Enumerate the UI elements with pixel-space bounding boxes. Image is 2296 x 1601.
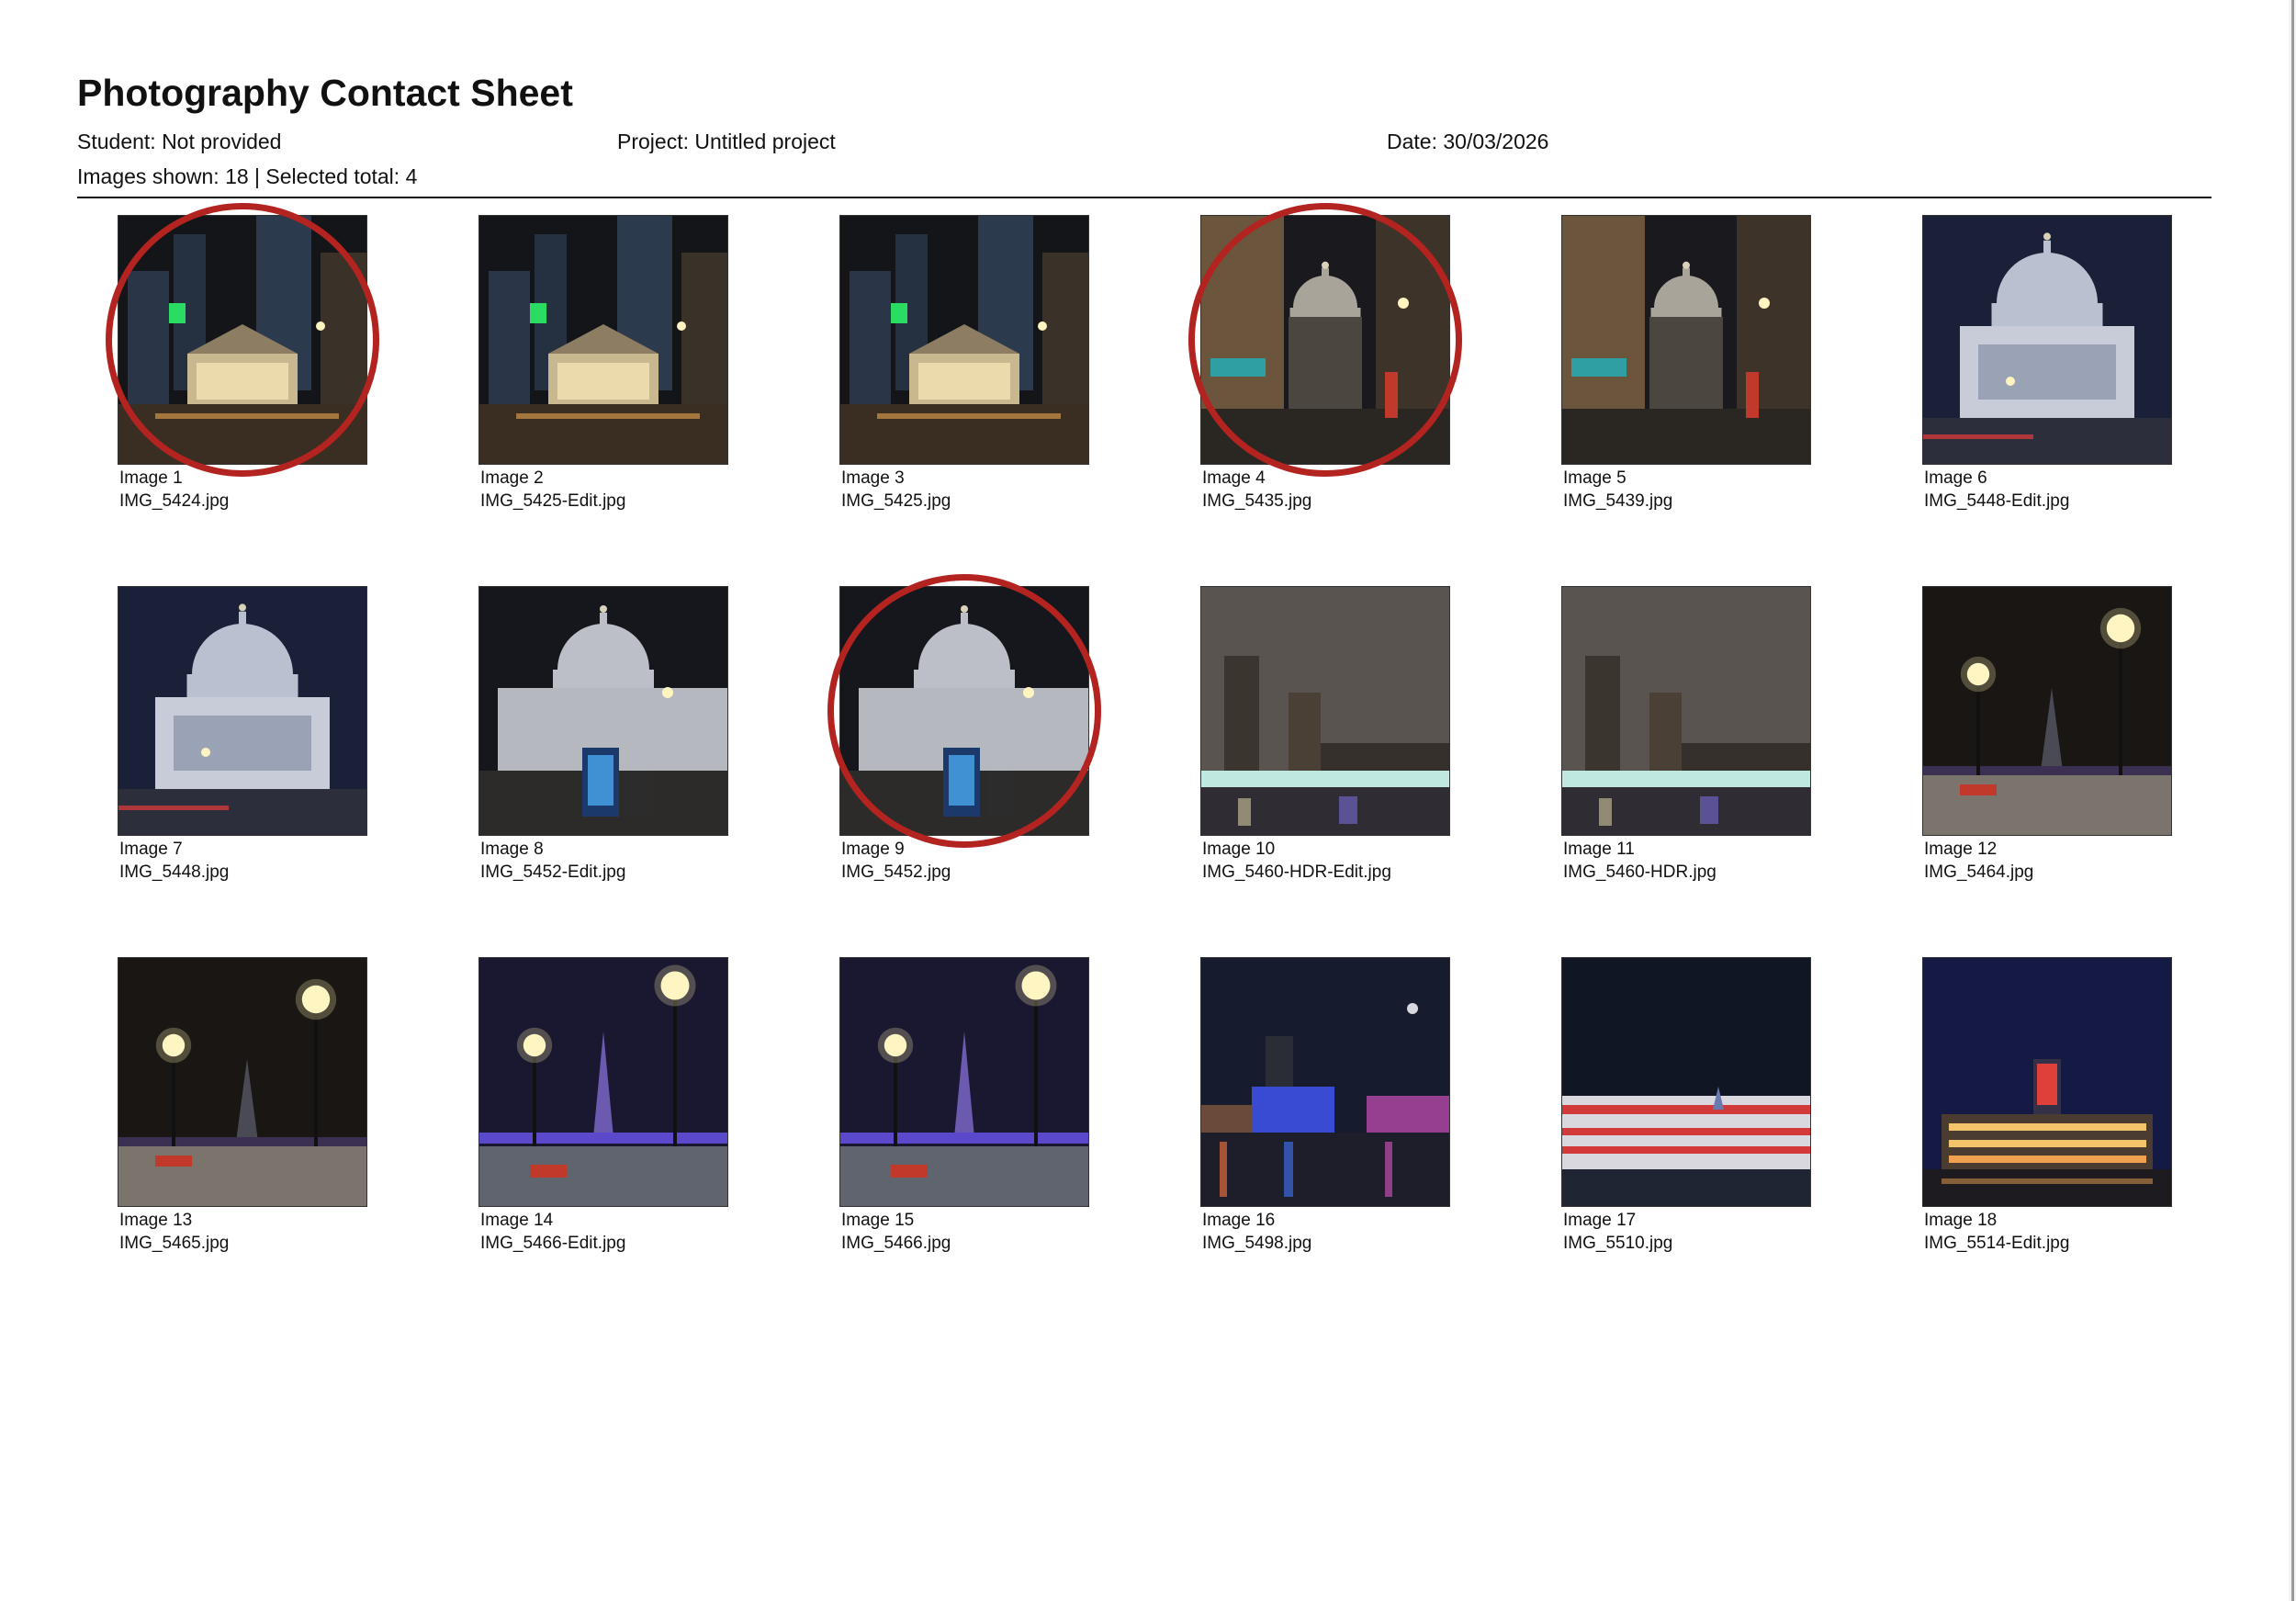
photo-thumbnail[interactable] — [1561, 215, 1811, 465]
scrollbar[interactable] — [2289, 0, 2296, 1601]
image-filename: IMG_5510.jpg — [1563, 1234, 1673, 1253]
image-label: Image 5 — [1563, 468, 1626, 488]
photo-thumbnail[interactable] — [1200, 586, 1450, 836]
image-label: Image 4 — [1202, 468, 1266, 488]
photo-thumbnail[interactable] — [839, 215, 1089, 465]
image-filename: IMG_5465.jpg — [119, 1234, 230, 1253]
image-label: Image 3 — [841, 468, 905, 488]
photo-thumbnail[interactable] — [1561, 586, 1811, 836]
contact-cell[interactable]: Image 10 IMG_5460-HDR-Edit.jpg — [1200, 586, 1450, 898]
contact-cell[interactable]: Image 1 IMG_5424.jpg — [106, 203, 379, 527]
image-label: Image 8 — [480, 840, 544, 859]
image-filename: IMG_5448-Edit.jpg — [1924, 491, 2070, 511]
photo-thumbnail[interactable] — [478, 586, 728, 836]
contact-sheet-header: Photography Contact Sheet Student: Not p… — [77, 66, 2212, 198]
photo-thumbnail[interactable] — [118, 957, 367, 1207]
image-label: Image 12 — [1924, 840, 1998, 859]
photo-thumbnail[interactable] — [1922, 586, 2172, 836]
contact-cell[interactable]: Image 11 IMG_5460-HDR.jpg — [1561, 586, 1811, 898]
photo-thumbnail[interactable] — [118, 586, 367, 836]
contact-cell[interactable]: Image 12 IMG_5464.jpg — [1922, 586, 2172, 898]
image-label: Image 7 — [119, 840, 183, 859]
contact-cell[interactable]: Image 13 IMG_5465.jpg — [118, 957, 367, 1269]
image-label: Image 16 — [1202, 1211, 1276, 1230]
contact-cell[interactable]: Image 18 IMG_5514-Edit.jpg — [1922, 957, 2172, 1269]
contact-cell[interactable]: Image 14 IMG_5466-Edit.jpg — [478, 957, 728, 1269]
image-counts: Images shown: 18 | Selected total: 4 — [77, 164, 418, 188]
image-filename: IMG_5498.jpg — [1202, 1234, 1312, 1253]
contact-cell[interactable]: Image 6 IMG_5448-Edit.jpg — [1922, 215, 2172, 527]
image-filename: IMG_5425.jpg — [841, 491, 951, 511]
image-filename: IMG_5466-Edit.jpg — [480, 1234, 626, 1253]
photo-thumbnail[interactable] — [478, 957, 728, 1207]
image-label: Image 18 — [1924, 1211, 1998, 1230]
date-field: Date: 30/03/2026 — [1387, 130, 1549, 153]
student-field: Student: Not provided — [77, 130, 282, 153]
image-filename: IMG_5452.jpg — [841, 863, 951, 882]
image-label: Image 17 — [1563, 1211, 1637, 1230]
contact-cell[interactable]: Image 3 IMG_5425.jpg — [839, 215, 1089, 527]
image-filename: IMG_5466.jpg — [841, 1234, 951, 1253]
header-divider — [77, 197, 2212, 198]
image-label: Image 10 — [1202, 840, 1276, 859]
photo-thumbnail[interactable] — [478, 215, 728, 465]
photo-thumbnail[interactable] — [1200, 215, 1450, 465]
image-label: Image 2 — [480, 468, 544, 488]
image-filename: IMG_5424.jpg — [119, 491, 230, 511]
image-label: Image 11 — [1563, 840, 1635, 859]
page-title: Photography Contact Sheet — [77, 72, 573, 114]
photo-thumbnail[interactable] — [118, 215, 367, 465]
photo-thumbnail[interactable] — [1922, 215, 2172, 465]
contact-cell[interactable]: Image 17 IMG_5510.jpg — [1561, 957, 1811, 1269]
contact-cell[interactable]: Image 9 IMG_5452.jpg — [827, 574, 1101, 898]
image-label: Image 15 — [841, 1211, 915, 1230]
image-label: Image 9 — [841, 840, 905, 859]
image-filename: IMG_5460-HDR.jpg — [1563, 863, 1716, 882]
contact-cell[interactable]: Image 7 IMG_5448.jpg — [118, 586, 367, 898]
contact-cell[interactable]: Image 15 IMG_5466.jpg — [839, 957, 1089, 1269]
photo-thumbnail[interactable] — [1922, 957, 2172, 1207]
photo-thumbnail[interactable] — [1200, 957, 1450, 1207]
image-filename: IMG_5425-Edit.jpg — [480, 491, 626, 511]
image-filename: IMG_5460-HDR-Edit.jpg — [1202, 863, 1391, 882]
photo-thumbnail[interactable] — [839, 586, 1089, 836]
image-filename: IMG_5435.jpg — [1202, 491, 1312, 511]
photo-thumbnail[interactable] — [1561, 957, 1811, 1207]
image-filename: IMG_5464.jpg — [1924, 863, 2034, 882]
contact-cell[interactable]: Image 5 IMG_5439.jpg — [1561, 215, 1811, 527]
contact-cell[interactable]: Image 2 IMG_5425-Edit.jpg — [478, 215, 728, 527]
contact-cell[interactable]: Image 16 IMG_5498.jpg — [1200, 957, 1450, 1269]
image-label: Image 13 — [119, 1211, 193, 1230]
image-label: Image 14 — [480, 1211, 554, 1230]
image-filename: IMG_5514-Edit.jpg — [1924, 1234, 2070, 1253]
image-label: Image 6 — [1924, 468, 1987, 488]
project-field: Project: Untitled project — [617, 130, 836, 153]
contact-cell[interactable]: Image 4 IMG_5435.jpg — [1188, 203, 1462, 527]
meta-row: Student: Not provided Project: Untitled … — [77, 125, 2212, 160]
contact-cell[interactable]: Image 8 IMG_5452-Edit.jpg — [478, 586, 728, 898]
image-label: Image 1 — [119, 468, 183, 488]
photo-thumbnail[interactable] — [839, 957, 1089, 1207]
image-filename: IMG_5452-Edit.jpg — [480, 863, 626, 882]
image-filename: IMG_5439.jpg — [1563, 491, 1673, 511]
image-filename: IMG_5448.jpg — [119, 863, 230, 882]
